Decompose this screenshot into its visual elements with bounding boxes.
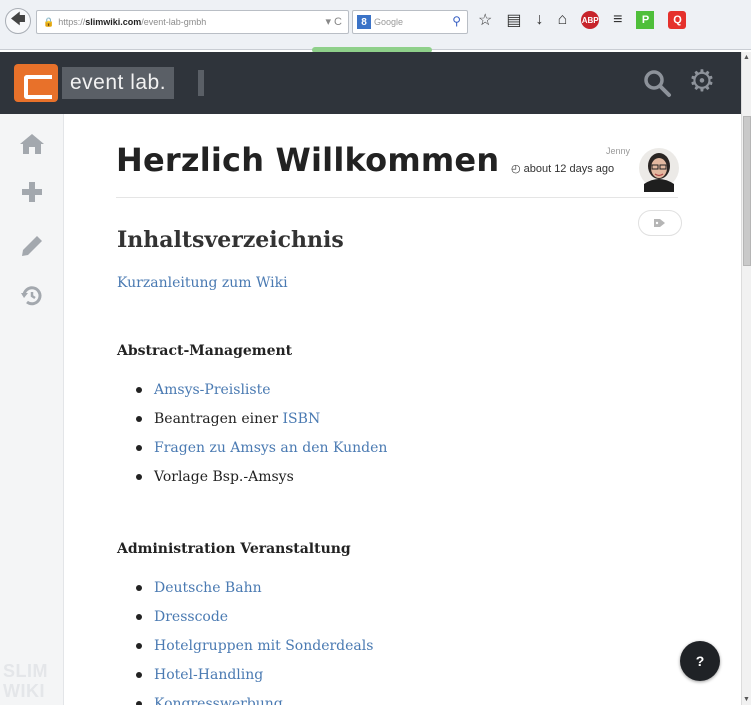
scroll-down-icon[interactable]: ▼ (743, 696, 750, 703)
browser-toolbar-icons: ☆ ▤ ↓ ⌂ ABP ≡ P Q (478, 10, 687, 30)
pencil-icon (22, 236, 42, 256)
add-page-button[interactable] (16, 176, 48, 208)
bullet (136, 415, 142, 422)
link-hotel-handling[interactable]: Hotel-Handling (154, 667, 263, 683)
author-name[interactable]: Jenny (584, 146, 630, 156)
addon-green-icon[interactable]: P (636, 11, 655, 29)
list-item: Amsys-Preisliste (136, 375, 387, 404)
last-edited: ◴ about 12 days ago (511, 162, 615, 176)
author-avatar[interactable] (638, 144, 680, 192)
lock-icon: 🔒 (43, 16, 55, 27)
search-icon[interactable] (642, 68, 672, 98)
reading-list-icon[interactable]: ▤ (506, 10, 521, 30)
timestamp-text: about 12 days ago (523, 162, 615, 175)
settings-gear-icon[interactable]: ⚙ (686, 66, 718, 98)
list-item: Fragen zu Amsys an den Kunden (136, 433, 387, 462)
list-item: Kongresswerbung (136, 689, 373, 705)
main-content: Herzlich Willkommen Jenny ◴ about 12 day… (64, 114, 741, 705)
link-isbn[interactable]: ISBN (283, 411, 321, 427)
link-dresscode[interactable]: Dresscode (154, 609, 228, 625)
address-bar[interactable]: 🔒 https:// slimwiki.com /event-lab-gmbh … (36, 10, 349, 34)
bullet (136, 700, 142, 705)
home-icon[interactable]: ⌂ (557, 11, 567, 29)
history-icon (21, 286, 42, 306)
toc-heading: Inhaltsverzeichnis (117, 227, 344, 253)
list-item: Dresscode (136, 602, 373, 631)
link-fragen-zu-amsys[interactable]: Fragen zu Amsys an den Kunden (154, 440, 387, 456)
bullet (136, 642, 142, 649)
list-item: Deutsche Bahn (136, 573, 373, 602)
link-amsys-preisliste[interactable]: Amsys-Preisliste (154, 382, 271, 398)
reload-icon[interactable]: ▾ C (325, 15, 342, 28)
home-button[interactable] (16, 128, 48, 160)
plus-icon (22, 182, 42, 202)
list-item: Hotelgruppen mit Sonderdeals (136, 631, 373, 660)
bullet (136, 671, 142, 678)
star-icon[interactable]: ☆ (478, 10, 492, 30)
bullet (136, 473, 142, 480)
section-heading-administration-veranstaltung: Administration Veranstaltung (117, 541, 351, 557)
administration-veranstaltung-list: Deutsche Bahn Dresscode Hotelgruppen mit… (136, 573, 373, 705)
scrollbar-thumb[interactable] (743, 116, 751, 266)
event-lab-logo-icon[interactable] (14, 64, 58, 102)
abstract-management-list: Amsys-Preisliste Beantragen einer ISBN F… (136, 375, 387, 491)
help-label: ? (695, 653, 705, 669)
slimwiki-brand-line1: SLIM (3, 661, 48, 681)
url-path: /event-lab-gmbh (141, 17, 207, 27)
tag-icon (654, 219, 665, 227)
edit-page-button[interactable] (16, 230, 48, 262)
bullet (136, 444, 142, 451)
logo-tagline-strip (198, 70, 204, 96)
sidebar: SLIM WIKI (0, 114, 64, 705)
history-button[interactable] (16, 280, 48, 312)
arrow-left-icon: 🡄 (10, 10, 26, 28)
bullet (136, 613, 142, 620)
title-divider (116, 197, 678, 198)
search-engine-badge[interactable]: 8 (357, 15, 371, 29)
intro-guide-link[interactable]: Kurzanleitung zum Wiki (117, 275, 288, 291)
slimwiki-brand-line2: WIKI (3, 681, 45, 701)
app-header: event lab. ⚙ (0, 52, 742, 114)
bullet (136, 386, 142, 393)
browser-toolbar: 🡄 🔒 https:// slimwiki.com /event-lab-gmb… (0, 0, 751, 53)
url-host: slimwiki.com (85, 17, 142, 27)
search-engine-name: Google (374, 17, 404, 27)
page-title: Herzlich Willkommen (116, 141, 500, 179)
link-kongresswerbung[interactable]: Kongresswerbung (154, 696, 283, 705)
clock-icon: ◴ (511, 163, 521, 175)
url-protocol: https:// (58, 17, 86, 27)
menu-icon[interactable]: ≡ (613, 11, 622, 29)
help-button[interactable]: ? (680, 641, 720, 681)
item-text: Vorlage Bsp.-Amsys (154, 468, 294, 485)
browser-search-input[interactable]: 8 Google ⚲ (352, 10, 468, 34)
addon-red-icon[interactable]: Q (668, 11, 687, 29)
back-button[interactable]: 🡄 (5, 8, 31, 34)
page-scrollbar[interactable]: ▲ ▼ (741, 52, 751, 705)
tags-button[interactable] (638, 210, 682, 236)
link-hotelgruppen[interactable]: Hotelgruppen mit Sonderdeals (154, 638, 373, 654)
logo-wordmark[interactable]: event lab. (62, 67, 175, 99)
list-item: Hotel-Handling (136, 660, 373, 689)
list-item: Vorlage Bsp.-Amsys (136, 462, 387, 491)
list-item: Beantragen einer ISBN (136, 404, 387, 433)
bullet (136, 584, 142, 591)
link-deutsche-bahn[interactable]: Deutsche Bahn (154, 580, 262, 596)
download-icon[interactable]: ↓ (535, 11, 543, 29)
section-heading-abstract-management: Abstract-Management (117, 343, 293, 359)
home-icon (20, 134, 44, 154)
adblock-icon[interactable]: ABP (581, 11, 600, 29)
item-text: Beantragen einer (154, 410, 283, 427)
search-icon[interactable]: ⚲ (452, 14, 461, 28)
scroll-up-icon[interactable]: ▲ (743, 54, 750, 61)
